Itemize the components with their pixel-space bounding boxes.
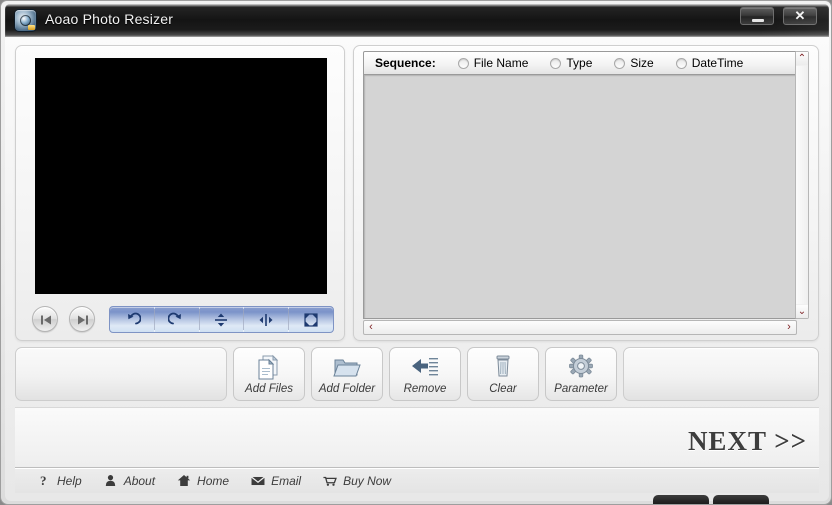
scroll-up-icon[interactable]: ⌃ [796,52,808,65]
clear-label: Clear [489,383,517,395]
file-list-panel: Sequence: File Name Type Size DateTime ⌃… [353,45,819,341]
clear-button[interactable]: Clear [467,347,539,401]
gear-icon [566,353,596,381]
buy-now-link[interactable]: Buy Now [323,474,391,488]
toolbar-spacer-right [623,347,819,401]
fullscreen-button[interactable] [289,307,333,332]
trash-icon [488,353,518,381]
file-list-body[interactable] [363,74,797,319]
toolbar-spacer-left [15,347,227,401]
file-list-header: Sequence: File Name Type Size DateTime [363,51,797,74]
sort-option-size[interactable]: Size [614,56,654,70]
image-edit-toolbar [109,306,334,333]
house-icon [177,474,191,488]
sequence-label: Sequence: [375,56,436,70]
flip-horizontal-icon [259,313,273,326]
rotate-right-button[interactable] [155,307,200,332]
sort-option-type[interactable]: Type [550,56,592,70]
buy-now-label: Buy Now [343,473,392,488]
preview-controls [28,306,334,334]
shopping-cart-icon [323,474,337,488]
remove-button[interactable]: Remove [389,347,461,401]
arrow-left-list-icon [410,353,440,381]
title-bar: Aoao Photo Resizer ✕ [5,4,829,37]
add-files-label: Add Files [245,383,293,395]
flip-horizontal-button[interactable] [244,307,290,332]
close-icon: ✕ [794,8,806,23]
add-folder-label: Add Folder [318,383,376,395]
radio-icon [457,57,469,69]
sort-option-label: File Name [473,56,529,70]
application-window: Aoao Photo Resizer ✕ Sequence: File Name… [0,0,832,505]
previous-image-button[interactable] [32,306,58,332]
camera-flash [28,25,35,30]
horizontal-scrollbar[interactable]: ‹ › [363,320,797,335]
rotate-left-button[interactable] [110,307,155,332]
question-mark-icon: ? [37,474,51,488]
parameter-label: Parameter [554,383,608,395]
scroll-down-icon[interactable]: ⌄ [796,305,808,318]
help-link[interactable]: ? Help [37,474,82,488]
window-title: Aoao Photo Resizer [45,11,174,27]
person-icon [104,474,118,488]
close-button[interactable]: ✕ [783,7,817,25]
help-label: Help [57,473,82,488]
email-label: Email [271,473,302,488]
folder-icon [332,353,362,381]
sort-option-label: Size [630,56,654,70]
titlebar-highlight [5,4,829,7]
radio-icon [614,57,626,69]
window-edge-tab-left [653,495,709,504]
home-link[interactable]: Home [177,474,229,488]
image-preview-area[interactable] [35,58,327,294]
scrollbar-track[interactable] [796,66,808,304]
flip-vertical-button[interactable] [200,307,245,332]
add-files-button[interactable]: Add Files [233,347,305,401]
svg-text:?: ? [40,474,47,487]
remove-label: Remove [403,383,447,395]
main-toolbar: Add Files Add Folder Remove Clear Parame… [15,347,819,401]
fullscreen-icon [304,312,318,327]
status-bar: ? Help About Home Email Buy Now [15,467,819,493]
email-link[interactable]: Email [251,474,301,488]
skip-previous-icon [41,315,51,325]
skip-next-icon [78,315,88,325]
window-edge-tab-right [713,495,769,504]
sort-option-datetime[interactable]: DateTime [675,56,744,70]
bottom-area: NEXT >> ? Help About Home Email Buy Now [15,407,819,493]
radio-icon [675,57,687,69]
rotate-right-icon [167,312,181,324]
minimize-icon [752,19,764,22]
sort-option-file-name[interactable]: File Name [457,56,529,70]
envelope-icon [251,474,265,488]
home-label: Home [197,473,230,488]
scroll-left-icon[interactable]: ‹ [364,321,378,334]
camera-icon [15,10,36,31]
add-folder-button[interactable]: Add Folder [311,347,383,401]
minimize-button[interactable] [740,7,774,25]
sort-option-label: Type [566,56,593,70]
flip-vertical-icon [215,313,228,326]
parameter-button[interactable]: Parameter [545,347,617,401]
work-area: Sequence: File Name Type Size DateTime ⌃… [5,37,829,501]
radio-icon [550,57,562,69]
about-link[interactable]: About [104,474,155,488]
rotate-left-icon [127,312,141,324]
scroll-right-icon[interactable]: › [782,321,796,334]
about-label: About [123,473,156,488]
preview-panel [15,45,345,341]
sort-option-label: DateTime [691,56,744,70]
documents-icon [254,353,284,381]
next-image-button[interactable] [69,306,95,332]
vertical-scrollbar[interactable]: ⌃ ⌄ [795,51,809,319]
next-button[interactable]: NEXT >> [688,426,807,457]
